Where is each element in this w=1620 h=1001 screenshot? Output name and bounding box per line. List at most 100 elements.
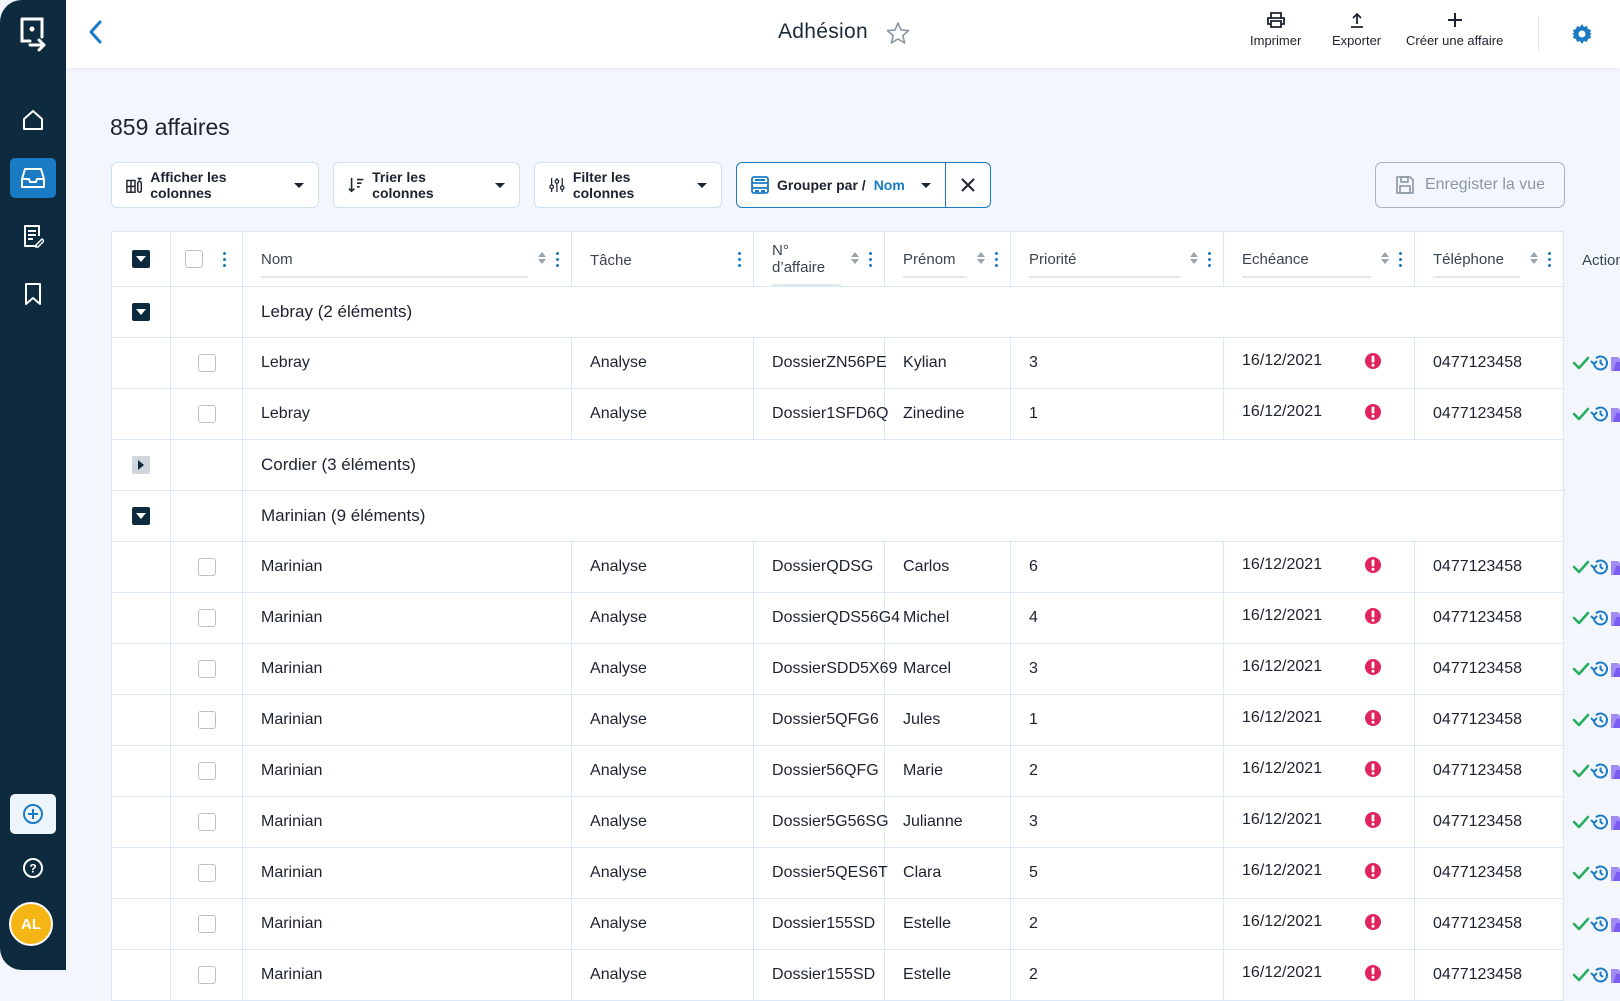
document-edit-icon[interactable]: [10, 216, 56, 256]
settings-gear-icon[interactable]: [1572, 24, 1592, 49]
open-folder-icon[interactable]: [1610, 558, 1620, 576]
history-icon[interactable]: [1590, 557, 1610, 577]
open-folder-icon[interactable]: [1610, 660, 1620, 678]
home-icon[interactable]: [10, 100, 56, 140]
validate-check-icon[interactable]: [1572, 764, 1590, 778]
column-menu-icon[interactable]: [221, 251, 228, 267]
sort-arrows-icon[interactable]: [851, 251, 860, 268]
open-folder-icon[interactable]: [1610, 354, 1620, 372]
group-toggle[interactable]: [132, 456, 150, 474]
show-columns-button[interactable]: Afficher les colonnes: [111, 162, 319, 208]
row-checkbox[interactable]: [197, 762, 216, 780]
select-all-checkbox[interactable]: [185, 250, 203, 268]
help-icon[interactable]: ?: [10, 848, 56, 888]
table-row[interactable]: Marinian Analyse DossierQDSG Carlos 6 16/12/2…: [111, 541, 1620, 593]
filter-columns-button[interactable]: Filter les colonnes: [534, 162, 722, 208]
group-toggle[interactable]: [132, 303, 150, 321]
validate-check-icon[interactable]: [1572, 968, 1590, 982]
app-logo-icon[interactable]: [10, 14, 56, 54]
open-folder-icon[interactable]: [1610, 915, 1620, 933]
history-icon[interactable]: [1590, 608, 1610, 628]
sort-arrows-icon[interactable]: [1530, 251, 1539, 268]
row-checkbox[interactable]: [197, 558, 216, 576]
row-checkbox[interactable]: [197, 660, 216, 678]
table-row[interactable]: Marinian Analyse Dossier5QES6T Clara 5 16/12/…: [111, 847, 1620, 899]
validate-check-icon[interactable]: [1572, 611, 1590, 625]
sort-arrows-icon[interactable]: [977, 251, 986, 268]
column-header[interactable]: Téléphone: [1414, 231, 1565, 287]
column-header[interactable]: N° d’affaire: [753, 231, 886, 287]
column-header[interactable]: Prénom: [884, 231, 1012, 287]
validate-check-icon[interactable]: [1572, 560, 1590, 574]
row-checkbox[interactable]: [197, 813, 216, 831]
row-checkbox[interactable]: [197, 711, 216, 729]
history-icon[interactable]: [1590, 353, 1610, 373]
clear-group-button[interactable]: [946, 163, 990, 207]
table-row[interactable]: Marinian Analyse Dossier5QFG6 Jules 1 16/12/2…: [111, 694, 1620, 746]
collapse-all-toggle[interactable]: [132, 250, 150, 268]
table-row[interactable]: Marinian Analyse DossierSDD5X69 Marcel 3 16/1…: [111, 643, 1620, 695]
back-chevron-icon[interactable]: [88, 18, 104, 51]
group-toggle[interactable]: [132, 507, 150, 525]
column-menu-icon[interactable]: [993, 251, 1000, 267]
avatar[interactable]: AL: [9, 902, 53, 946]
validate-check-icon[interactable]: [1572, 356, 1590, 370]
favorite-star-icon[interactable]: [886, 21, 910, 50]
open-folder-icon[interactable]: [1610, 966, 1620, 984]
validate-check-icon[interactable]: [1572, 815, 1590, 829]
table-row[interactable]: Marinian Analyse DossierQDS56G4 Michel 4 16/1…: [111, 592, 1620, 644]
open-folder-icon[interactable]: [1610, 609, 1620, 627]
sort-arrows-icon[interactable]: [538, 251, 547, 268]
bookmark-icon[interactable]: [10, 274, 56, 314]
export-button[interactable]: Exporter: [1332, 12, 1381, 48]
open-folder-icon[interactable]: [1610, 762, 1620, 780]
sort-arrows-icon[interactable]: [1190, 251, 1199, 268]
history-icon[interactable]: [1590, 914, 1610, 934]
column-header[interactable]: Echéance: [1223, 231, 1416, 287]
history-icon[interactable]: [1590, 761, 1610, 781]
open-folder-icon[interactable]: [1610, 711, 1620, 729]
column-menu-icon[interactable]: [1546, 251, 1553, 267]
row-checkbox[interactable]: [197, 354, 216, 372]
validate-check-icon[interactable]: [1572, 662, 1590, 676]
history-icon[interactable]: [1590, 404, 1610, 424]
sort-arrows-icon[interactable]: [1381, 251, 1390, 268]
table-row[interactable]: Marinian Analyse Dossier155SD Estelle 2 16/12…: [111, 898, 1620, 950]
table-row[interactable]: Lebray Analyse DossierZN56PE Kylian 3 16/12/2…: [111, 337, 1620, 389]
open-folder-icon[interactable]: [1610, 864, 1620, 882]
open-folder-icon[interactable]: [1610, 813, 1620, 831]
sort-columns-button[interactable]: Trier les colonnes: [333, 162, 520, 208]
row-checkbox[interactable]: [197, 405, 216, 423]
history-icon[interactable]: [1590, 659, 1610, 679]
history-icon[interactable]: [1590, 965, 1610, 985]
inbox-icon[interactable]: [10, 158, 56, 198]
table-row[interactable]: Lebray Analyse Dossier1SFD6Q Zinedine 1 16/12…: [111, 388, 1620, 440]
validate-check-icon[interactable]: [1572, 866, 1590, 880]
history-icon[interactable]: [1590, 710, 1610, 730]
history-icon[interactable]: [1590, 863, 1610, 883]
history-icon[interactable]: [1590, 812, 1610, 832]
validate-check-icon[interactable]: [1572, 713, 1590, 727]
column-header[interactable]: Tâche: [571, 231, 755, 287]
table-row[interactable]: Marinian Analyse Dossier56QFG Marie 2 16/12/2…: [111, 745, 1620, 797]
column-menu-icon[interactable]: [867, 251, 874, 267]
open-folder-icon[interactable]: [1610, 405, 1620, 423]
row-checkbox[interactable]: [197, 864, 216, 882]
add-circle-icon[interactable]: [10, 794, 56, 834]
validate-check-icon[interactable]: [1572, 917, 1590, 931]
row-checkbox[interactable]: [197, 966, 216, 984]
print-button[interactable]: Imprimer: [1250, 12, 1301, 48]
column-header[interactable]: Nom: [241, 231, 573, 287]
column-menu-icon[interactable]: [1397, 251, 1404, 267]
table-row[interactable]: Marinian Analyse Dossier155SD Estelle 2 16/12…: [111, 949, 1620, 1001]
group-by-button[interactable]: Grouper par / Nom: [737, 163, 946, 207]
row-checkbox[interactable]: [197, 915, 216, 933]
column-menu-icon[interactable]: [554, 251, 561, 267]
table-row[interactable]: Marinian Analyse Dossier5G56SG Julianne 3 16/…: [111, 796, 1620, 848]
column-header[interactable]: Priorité: [1010, 231, 1225, 287]
column-menu-icon[interactable]: [736, 251, 743, 267]
create-affaire-button[interactable]: Créer une affaire: [1406, 12, 1503, 48]
row-checkbox[interactable]: [197, 609, 216, 627]
validate-check-icon[interactable]: [1572, 407, 1590, 421]
column-menu-icon[interactable]: [1206, 251, 1213, 267]
